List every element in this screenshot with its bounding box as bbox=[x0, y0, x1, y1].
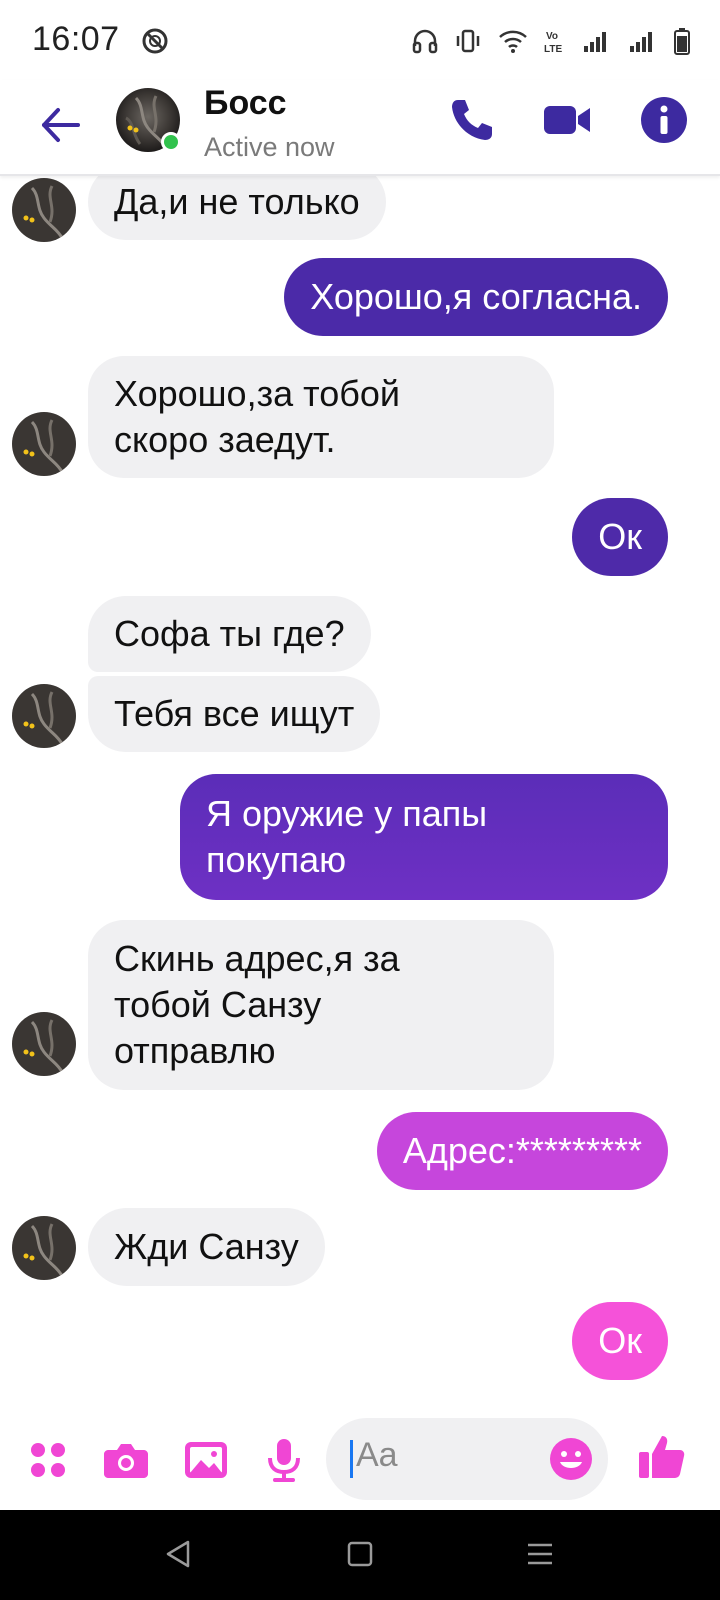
incoming-message[interactable]: Тебя все ищут bbox=[88, 676, 381, 752]
message-text: Да,и не только bbox=[114, 181, 360, 222]
contact-active-status: Active now bbox=[204, 132, 335, 162]
sender-avatar[interactable] bbox=[12, 1012, 76, 1076]
incoming-message[interactable]: Хорошо,за тобой скоро заедут. bbox=[88, 356, 554, 478]
incoming-message[interactable]: Жди Санзу bbox=[88, 1208, 325, 1286]
outgoing-message[interactable]: Ок bbox=[572, 498, 668, 576]
dnd-icon bbox=[142, 28, 168, 54]
back-arrow-icon[interactable] bbox=[36, 100, 86, 150]
incoming-message[interactable]: Софа ты где? bbox=[88, 596, 371, 672]
message-text: Скинь адрес,я за bbox=[114, 938, 400, 979]
message-text: тобой Санзу bbox=[114, 984, 322, 1025]
microphone-icon[interactable] bbox=[260, 1436, 308, 1484]
emoji-icon[interactable] bbox=[548, 1436, 594, 1482]
message-text: Софа ты где? bbox=[114, 613, 345, 654]
message-text: Я оружие у папы bbox=[206, 793, 488, 834]
incoming-message[interactable]: Скинь адрес,я за тобой Санзу отправлю bbox=[88, 920, 554, 1090]
status-icons: Vo LTE bbox=[412, 26, 690, 56]
text-caret bbox=[350, 1440, 353, 1478]
outgoing-message[interactable]: Ок bbox=[572, 1302, 668, 1380]
image-icon[interactable] bbox=[182, 1436, 230, 1484]
sender-avatar[interactable] bbox=[12, 178, 76, 242]
signal-icon bbox=[584, 32, 606, 52]
message-text: Хорошо,за тобой bbox=[114, 373, 400, 414]
outgoing-message[interactable]: Адрес:********* bbox=[376, 1112, 668, 1190]
svg-text:Vo: Vo bbox=[546, 31, 558, 42]
message-text: отправлю bbox=[114, 1030, 276, 1071]
message-thread[interactable]: Да,и не только Хорошо,я согласна. Хорошо… bbox=[0, 176, 720, 1406]
message-text: Хорошо,я согласна. bbox=[310, 276, 642, 317]
message-input-placeholder: Aa bbox=[356, 1436, 398, 1474]
apps-grid-icon[interactable] bbox=[24, 1436, 72, 1484]
menu-lines-icon[interactable] bbox=[522, 1536, 558, 1572]
sender-avatar[interactable] bbox=[12, 412, 76, 476]
message-composer: Aa bbox=[0, 1406, 720, 1510]
outgoing-message[interactable]: Хорошо,я согласна. bbox=[284, 258, 668, 336]
thumbs-up-icon[interactable] bbox=[636, 1430, 688, 1482]
headphones-icon bbox=[412, 29, 438, 54]
message-text: скоро заедут. bbox=[114, 419, 336, 460]
svg-text:LTE: LTE bbox=[544, 44, 562, 54]
info-icon[interactable] bbox=[638, 94, 690, 146]
conversation-header: Босс Active now bbox=[0, 80, 720, 176]
message-text: Адрес:********* bbox=[402, 1130, 642, 1171]
message-text: покупаю bbox=[206, 839, 347, 880]
sender-avatar[interactable] bbox=[12, 684, 76, 748]
volte-icon: Vo LTE bbox=[544, 31, 562, 54]
vibrate-icon bbox=[456, 29, 480, 53]
incoming-message[interactable]: Да,и не только bbox=[88, 176, 386, 240]
wifi-icon bbox=[499, 30, 527, 53]
video-camera-icon[interactable] bbox=[542, 94, 594, 146]
status-time: 16:07 bbox=[32, 20, 120, 58]
signal-icon bbox=[630, 32, 652, 52]
message-input[interactable]: Aa bbox=[326, 1418, 608, 1500]
camera-icon[interactable] bbox=[102, 1436, 150, 1484]
message-text: Жди Санзу bbox=[114, 1226, 299, 1267]
status-bar: 16:07 Vo LTE bbox=[0, 0, 720, 80]
back-triangle-icon[interactable] bbox=[160, 1536, 196, 1572]
home-square-icon[interactable] bbox=[342, 1536, 378, 1572]
phone-icon[interactable] bbox=[446, 94, 498, 146]
message-text: Ок bbox=[598, 1320, 642, 1361]
outgoing-message[interactable]: Я оружие у папы покупаю bbox=[180, 774, 668, 900]
battery-icon bbox=[674, 28, 690, 55]
sender-avatar[interactable] bbox=[12, 1216, 76, 1280]
contact-name[interactable]: Босс bbox=[204, 84, 287, 123]
message-text: Тебя все ищут bbox=[114, 693, 355, 734]
system-navigation-bar bbox=[0, 1510, 720, 1600]
online-status-dot bbox=[161, 132, 181, 152]
message-text: Ок bbox=[598, 516, 642, 557]
